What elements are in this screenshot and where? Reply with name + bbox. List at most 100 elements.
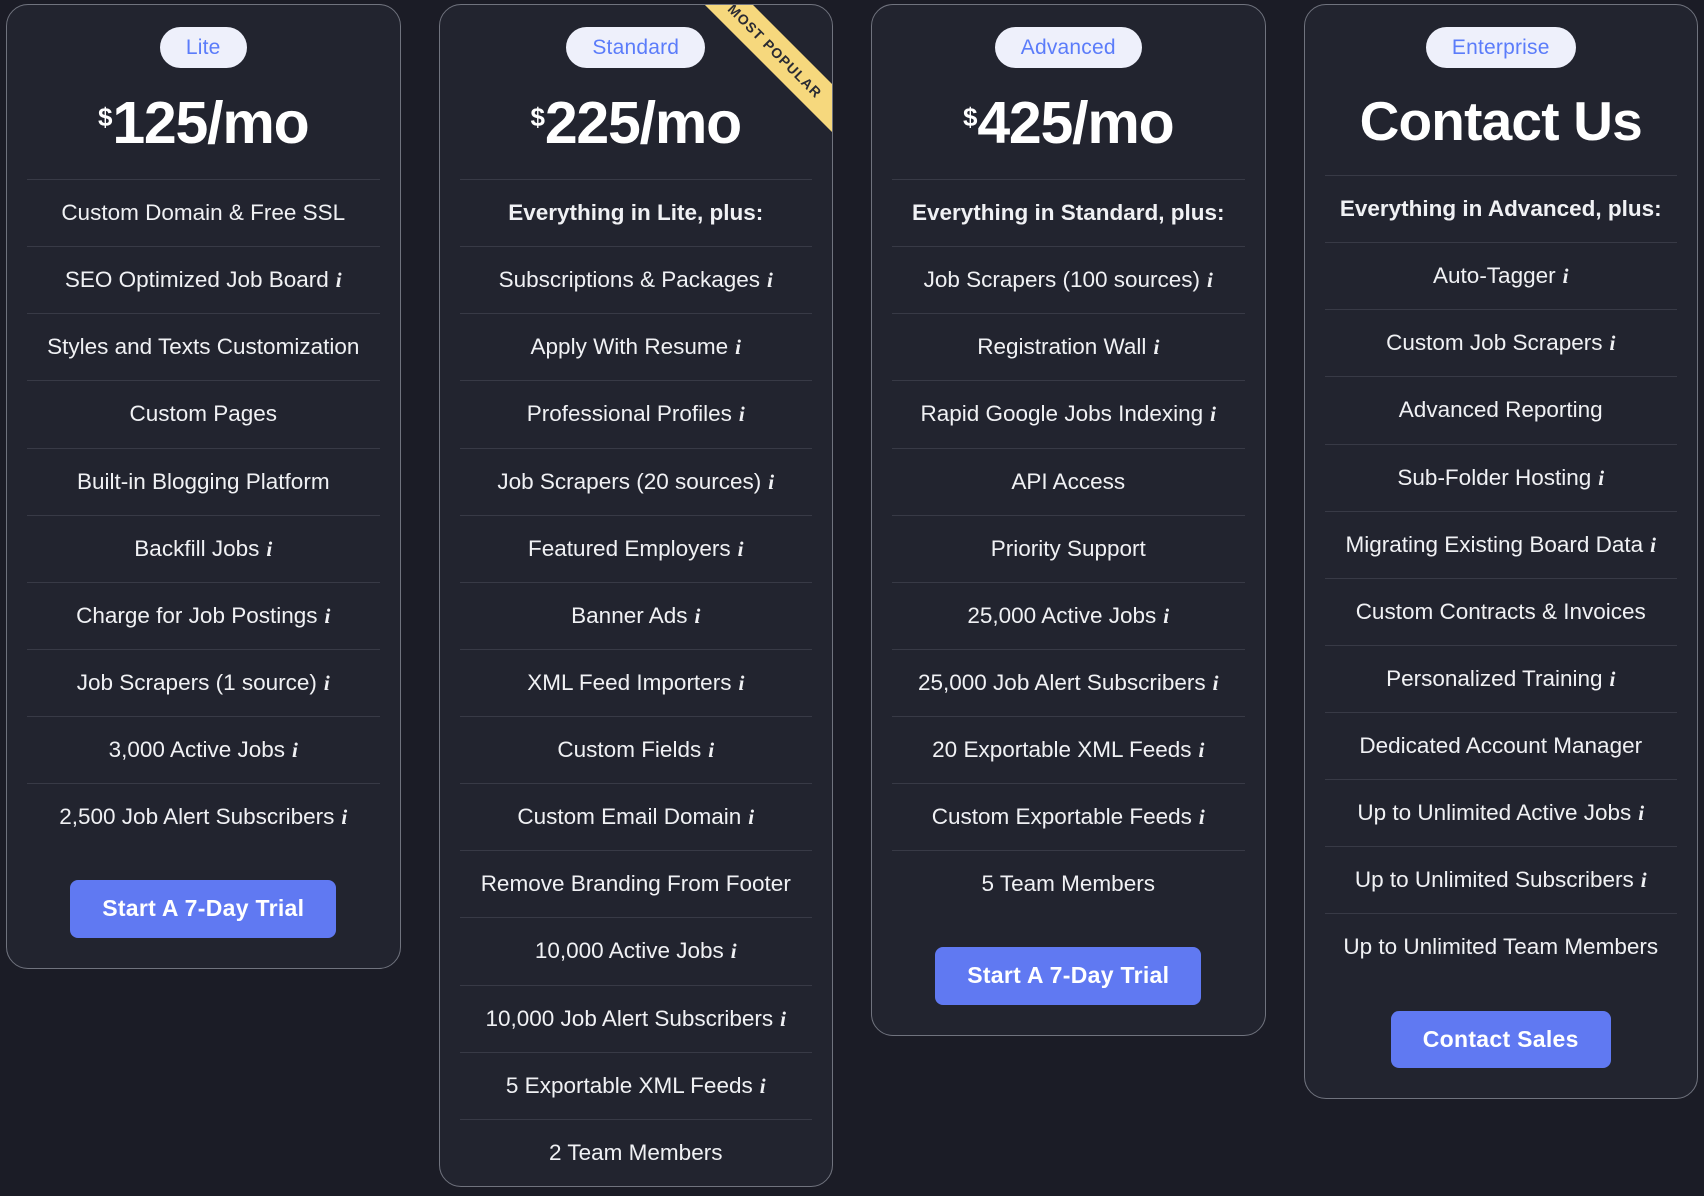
feature-label: Charge for Job Postings (76, 602, 318, 628)
info-icon[interactable]: i (1198, 738, 1204, 762)
feature-label: API Access (1011, 468, 1126, 494)
feature-item: Remove Branding From Footer (459, 850, 812, 917)
feature-item: Custom Pages (27, 380, 380, 447)
feature-item: 5 Exportable XML Feeds i (459, 1051, 812, 1119)
info-icon[interactable]: i (1610, 331, 1616, 355)
info-icon[interactable]: i (1563, 264, 1569, 288)
feature-item: Custom Job Scrapers i (1324, 309, 1677, 376)
info-icon[interactable]: i (1213, 671, 1219, 695)
feature-list-heading: Everything in Advanced, plus: (1324, 175, 1677, 242)
info-icon[interactable]: i (324, 671, 330, 695)
feature-item: 10,000 Active Jobs i (459, 917, 812, 984)
feature-label: Advanced Reporting (1398, 397, 1603, 423)
feature-label: Job Scrapers (20 sources) (497, 468, 762, 494)
info-icon[interactable]: i (708, 738, 714, 762)
info-icon[interactable]: i (1199, 805, 1205, 829)
info-icon[interactable]: i (780, 1007, 786, 1031)
feature-label: SEO Optimized Job Board (64, 267, 329, 293)
cta-button-enterprise[interactable]: Contact Sales (1390, 1010, 1611, 1068)
feature-label: Professional Profiles (526, 401, 732, 427)
feature-label: Auto-Tagger (1433, 263, 1556, 289)
feature-label: Custom Fields (557, 737, 702, 763)
feature-label: Custom Email Domain (517, 804, 742, 830)
feature-label: Everything in Lite, plus: (508, 200, 764, 226)
info-icon[interactable]: i (738, 537, 744, 561)
feature-item: SEO Optimized Job Board i (27, 246, 380, 313)
info-icon[interactable]: i (336, 268, 342, 292)
feature-label: 10,000 Job Alert Subscribers (485, 1005, 774, 1031)
info-icon[interactable]: i (1153, 335, 1159, 359)
feature-label: 5 Exportable XML Feeds (505, 1072, 753, 1098)
plan-badge: Lite (159, 27, 247, 69)
info-icon[interactable]: i (760, 1074, 766, 1098)
feature-label: Dedicated Account Manager (1359, 733, 1643, 759)
feature-item: Featured Employers i (459, 514, 812, 582)
feature-item: Charge for Job Postings i (27, 581, 380, 649)
feature-item: Job Scrapers (100 sources) i (892, 246, 1245, 313)
cta-button-advanced[interactable]: Start A 7-Day Trial (935, 947, 1202, 1005)
feature-item: Job Scrapers (20 sources) i (459, 447, 812, 515)
feature-label: Up to Unlimited Subscribers (1354, 867, 1634, 893)
info-icon[interactable]: i (1207, 268, 1213, 292)
feature-item: Subscriptions & Packages i (459, 246, 812, 313)
plan-card-standard: MOST POPULAR Standard $225/mo Everything in… (438, 4, 833, 1187)
info-icon[interactable]: i (695, 604, 701, 628)
info-icon[interactable]: i (1210, 402, 1216, 426)
info-icon[interactable]: i (292, 738, 298, 762)
feature-label: Backfill Jobs (134, 535, 260, 561)
feature-label: Rapid Google Jobs Indexing (920, 401, 1204, 427)
feature-label: 2,500 Job Alert Subscribers (59, 804, 335, 830)
info-icon[interactable]: i (738, 671, 744, 695)
plan-badge: Standard (566, 27, 706, 69)
plan-badge: Advanced (994, 27, 1142, 69)
price-currency-symbol: $ (530, 102, 545, 133)
feature-item: Up to Unlimited Active Jobs i (1324, 779, 1677, 846)
feature-item: Styles and Texts Customization (27, 313, 380, 380)
feature-label: Migrating Existing Board Data (1345, 531, 1644, 557)
feature-item: Priority Support (892, 514, 1245, 582)
feature-list-heading: Everything in Standard, plus: (892, 179, 1245, 246)
feature-label: 5 Team Members (981, 871, 1155, 897)
plan-card-lite: Lite $125/mo Custom Domain & Free SSL SEO O… (6, 4, 401, 969)
price-amount: 225/mo (544, 90, 742, 157)
info-icon[interactable]: i (1641, 868, 1647, 892)
feature-label: Everything in Advanced, plus: (1339, 196, 1662, 222)
feature-label: Personalized Training (1386, 665, 1603, 691)
info-icon[interactable]: i (748, 805, 754, 829)
price-currency-symbol: $ (98, 102, 112, 133)
info-icon[interactable]: i (731, 939, 737, 963)
info-icon[interactable]: i (266, 537, 272, 561)
info-icon[interactable]: i (768, 470, 774, 494)
feature-label: 10,000 Active Jobs (534, 938, 724, 964)
feature-label: Custom Domain & Free SSL (61, 200, 346, 226)
feature-label: Custom Contracts & Invoices (1355, 598, 1646, 624)
cta-container: Start A 7-Day Trial (892, 917, 1245, 1008)
feature-item: Rapid Google Jobs Indexing i (892, 380, 1245, 447)
feature-label: Remove Branding From Footer (480, 871, 791, 897)
info-icon[interactable]: i (1598, 466, 1604, 490)
cta-button-lite[interactable]: Start A 7-Day Trial (70, 880, 337, 938)
feature-label: Custom Pages (129, 401, 278, 427)
info-icon[interactable]: i (1650, 533, 1656, 557)
info-icon[interactable]: i (767, 268, 773, 292)
feature-item: Apply With Resume i (459, 313, 812, 380)
feature-item: Registration Wall i (892, 313, 1245, 380)
info-icon[interactable]: i (739, 402, 745, 426)
price-amount: Contact Us (1359, 90, 1643, 153)
feature-item: XML Feed Importers i (459, 648, 812, 716)
info-icon[interactable]: i (325, 604, 331, 628)
feature-list: Custom Domain & Free SSL SEO Optimized Jo… (27, 179, 380, 850)
feature-item: 5 Team Members (892, 850, 1245, 917)
info-icon[interactable]: i (735, 335, 741, 359)
info-icon[interactable]: i (341, 805, 347, 829)
info-icon[interactable]: i (1638, 801, 1644, 825)
feature-item: Up to Unlimited Team Members (1324, 913, 1677, 980)
feature-label: Styles and Texts Customization (47, 334, 360, 360)
cta-container: Start A 7-Day Trial (27, 850, 380, 941)
feature-item: Custom Domain & Free SSL (27, 179, 380, 246)
feature-label: Built-in Blogging Platform (76, 468, 330, 494)
info-icon[interactable]: i (1610, 667, 1616, 691)
info-icon[interactable]: i (1163, 604, 1169, 628)
feature-label: 25,000 Active Jobs (967, 602, 1157, 628)
feature-item: 2,500 Job Alert Subscribers i (27, 783, 380, 850)
